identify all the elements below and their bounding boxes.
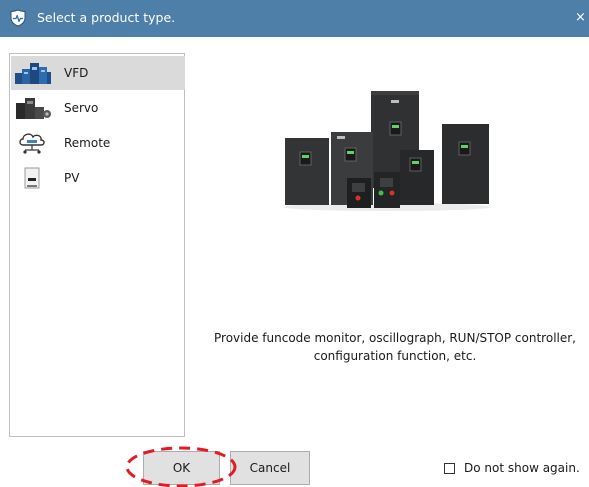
- vfd-icon: [15, 63, 51, 84]
- vfd-product-family-image: [283, 91, 491, 211]
- cancel-button[interactable]: Cancel: [230, 451, 310, 485]
- product-type-list: VFD Servo Remote PV: [9, 53, 185, 437]
- product-item-vfd[interactable]: VFD: [11, 56, 185, 90]
- close-button[interactable]: ×: [575, 9, 589, 27]
- product-description: Provide funcode monitor, oscillograph, R…: [214, 331, 576, 363]
- pulse-shield-icon: [10, 9, 26, 27]
- ok-button[interactable]: OK: [143, 451, 220, 485]
- dont-show-again-checkbox[interactable]: [444, 463, 455, 474]
- cloud-remote-icon: [19, 133, 45, 154]
- product-item-servo[interactable]: Servo: [11, 91, 185, 125]
- pv-inverter-icon: [24, 167, 40, 189]
- dont-show-again-label: Do not show again.: [464, 461, 580, 475]
- product-item-pv[interactable]: PV: [11, 161, 185, 195]
- product-item-remote[interactable]: Remote: [11, 126, 185, 160]
- product-item-label: Servo: [64, 101, 99, 115]
- dialog-title: Select a product type.: [37, 10, 176, 25]
- select-product-dialog: Select a product type. × VFD Servo Remot…: [0, 0, 589, 487]
- product-item-label: VFD: [64, 66, 89, 80]
- product-item-label: PV: [64, 171, 80, 185]
- product-item-label: Remote: [64, 136, 111, 150]
- servo-icon: [16, 98, 51, 119]
- title-bar: Select a product type. ×: [0, 0, 589, 37]
